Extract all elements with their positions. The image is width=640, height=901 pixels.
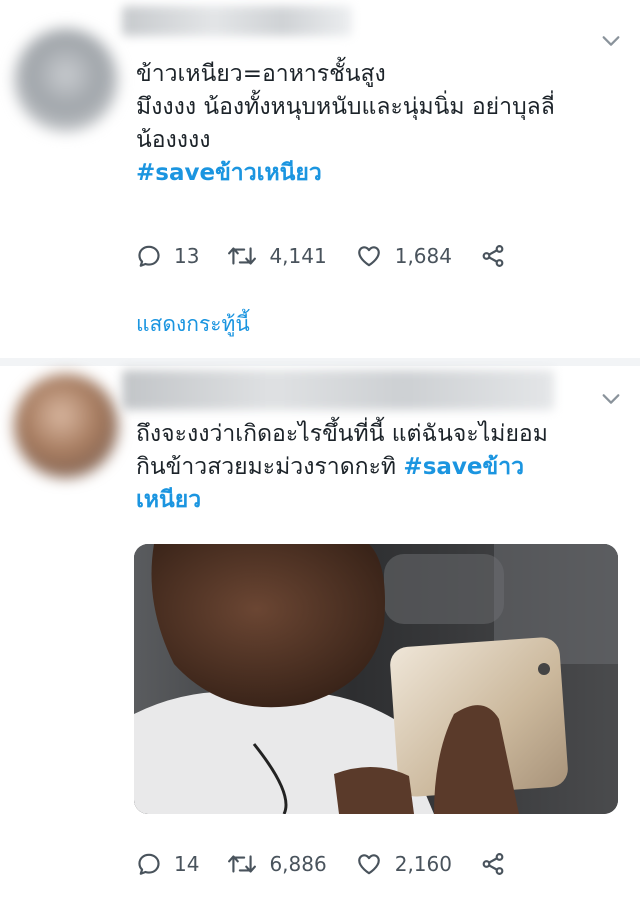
like-icon bbox=[355, 243, 383, 269]
tweet-actions: 14 6,886 2,160 bbox=[136, 844, 570, 884]
retweet-button[interactable]: 4,141 bbox=[227, 243, 327, 269]
hashtag-link[interactable]: #saveข้าวเหนียว bbox=[136, 157, 620, 190]
reply-icon bbox=[136, 851, 162, 877]
share-icon bbox=[480, 851, 506, 877]
user-name-redacted bbox=[122, 370, 554, 410]
tweet-text: ข้าวเหนียว=อาหารชั้นสูง มึงงงง น้องทั้งห… bbox=[136, 58, 620, 190]
tweet-text: ถึงจะงงว่าเกิดอะไรขึ้นที่นี้ แต่ฉันจะไม่… bbox=[136, 418, 620, 517]
retweet-count: 6,886 bbox=[269, 852, 327, 876]
like-icon bbox=[355, 851, 383, 877]
reply-button[interactable]: 13 bbox=[136, 243, 199, 269]
show-thread-link[interactable]: แสดงกระทู้นี้ bbox=[136, 308, 250, 341]
avatar[interactable] bbox=[14, 374, 118, 478]
hashtag-link-continued[interactable]: เหนียว bbox=[136, 484, 620, 517]
chevron-down-icon[interactable] bbox=[600, 30, 622, 52]
retweet-icon bbox=[227, 851, 257, 877]
tweet-card[interactable]: ข้าวเหนียว=อาหารชั้นสูง มึงงงง น้องทั้งห… bbox=[0, 0, 640, 358]
share-button[interactable] bbox=[480, 851, 506, 877]
tweet-photo[interactable] bbox=[134, 544, 618, 814]
reply-button[interactable]: 14 bbox=[136, 851, 199, 877]
retweet-count: 4,141 bbox=[269, 244, 327, 268]
tweet-card[interactable]: ถึงจะงงว่าเกิดอะไรขึ้นที่นี้ แต่ฉันจะไม่… bbox=[0, 366, 640, 901]
retweet-button[interactable]: 6,886 bbox=[227, 851, 327, 877]
reply-icon bbox=[136, 243, 162, 269]
like-count: 1,684 bbox=[394, 244, 452, 268]
tweet-text-line: น้องงงง bbox=[136, 127, 211, 153]
tweet-text-line: ถึงจะงงว่าเกิดอะไรขึ้นที่นี้ แต่ฉันจะไม่… bbox=[136, 421, 548, 447]
tweet-feed: ข้าวเหนียว=อาหารชั้นสูง มึงงงง น้องทั้งห… bbox=[0, 0, 640, 901]
tweet-text-line: มึงงงง น้องทั้งหนุบหนับและนุ่มนิ่ม อย่าบ… bbox=[136, 94, 555, 120]
hashtag-link[interactable]: #saveข้าว bbox=[403, 454, 524, 480]
share-button[interactable] bbox=[480, 243, 506, 269]
user-name-redacted bbox=[122, 6, 352, 36]
reply-count: 14 bbox=[174, 852, 200, 876]
tweet-actions: 13 4,141 1,684 bbox=[136, 236, 570, 276]
chevron-down-icon[interactable] bbox=[600, 388, 622, 410]
tweet-text-line: กินข้าวสวยมะม่วงราดกะทิ bbox=[136, 454, 404, 480]
share-icon bbox=[480, 243, 506, 269]
avatar[interactable] bbox=[14, 28, 118, 132]
reply-count: 13 bbox=[174, 244, 200, 268]
like-button[interactable]: 2,160 bbox=[355, 851, 452, 877]
tweet-text-line: ข้าวเหนียว=อาหารชั้นสูง bbox=[136, 61, 386, 87]
retweet-icon bbox=[227, 243, 257, 269]
like-count: 2,160 bbox=[394, 852, 452, 876]
like-button[interactable]: 1,684 bbox=[355, 243, 452, 269]
photo-man-holding-phone bbox=[134, 544, 618, 814]
